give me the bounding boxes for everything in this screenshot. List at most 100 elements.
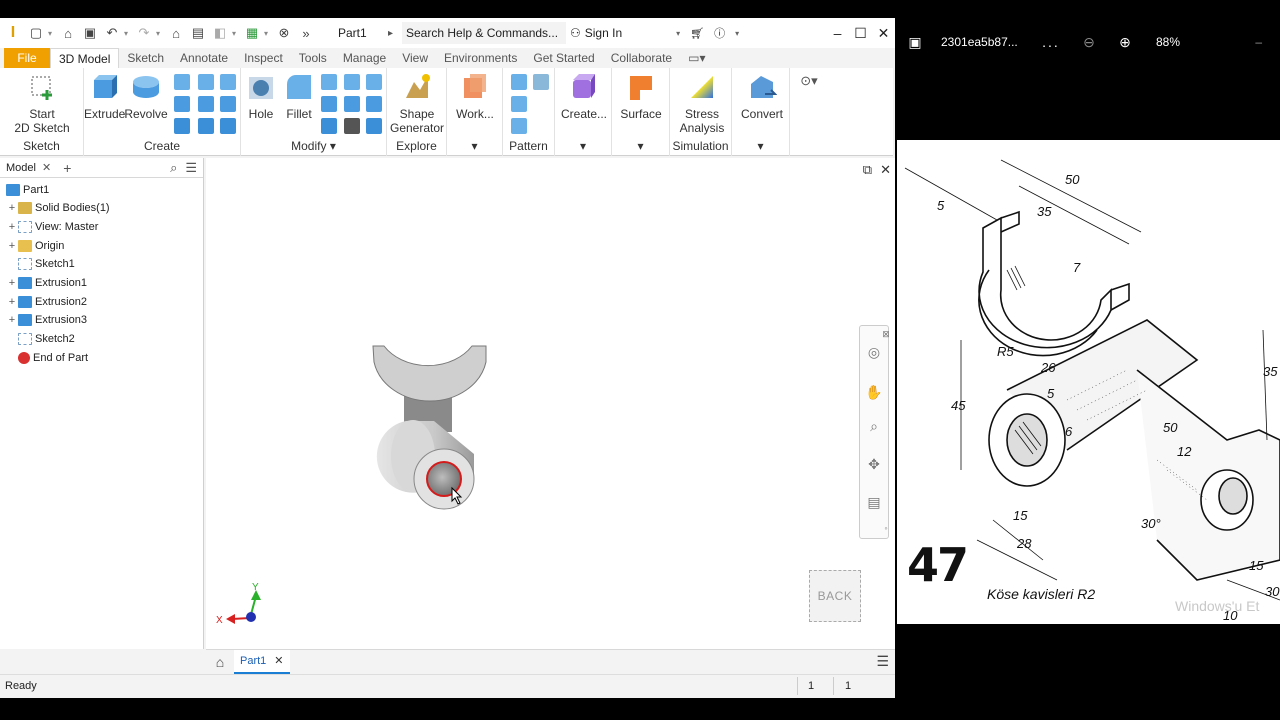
help-icon[interactable]: ⓘ (714, 25, 725, 41)
combine-icon[interactable] (366, 96, 382, 112)
sweep-icon[interactable] (198, 74, 214, 90)
browser-menu-icon[interactable]: ☰ (185, 160, 197, 176)
derive-icon[interactable] (220, 96, 236, 112)
close-tab-icon[interactable]: ✕ (274, 649, 283, 673)
draft-icon[interactable] (366, 74, 382, 90)
tree-expander[interactable]: + (6, 314, 18, 326)
help-dropdown-icon[interactable]: ▾ (735, 29, 739, 38)
import-icon[interactable] (220, 118, 236, 134)
tab-sketch[interactable]: Sketch (119, 48, 172, 68)
tabs-menu-icon[interactable]: ☰ (876, 653, 889, 670)
shell-icon[interactable] (344, 74, 360, 90)
undo-dropdown-icon[interactable]: ▾ (124, 29, 132, 38)
tab-annotate[interactable]: Annotate (172, 48, 236, 68)
graphics-viewport[interactable]: ⧉ ✕ Y X ⊠ ◎ ✋ ⌕ ✥ ▤ ◦ BACK (206, 158, 895, 649)
shape-generator-button[interactable]: Shape Generator (387, 72, 447, 135)
tab-inspect[interactable]: Inspect (236, 48, 291, 68)
viewcube[interactable]: BACK (809, 570, 861, 622)
coil-icon[interactable] (174, 96, 190, 112)
orbit-icon[interactable]: ✥ (864, 454, 884, 474)
tree-item-end-of-part[interactable]: End of Part (6, 349, 88, 367)
steering-wheel-icon[interactable]: ◎ (864, 342, 884, 362)
save-icon[interactable]: ▣ (80, 23, 100, 43)
convert-dropdown-icon[interactable]: ▾ (732, 139, 789, 153)
stress-analysis-button[interactable]: Stress Analysis (674, 72, 730, 135)
new-file-icon[interactable]: ▢ (26, 23, 46, 43)
zoom-icon[interactable]: ⌕ (864, 416, 884, 436)
home-icon[interactable]: ⌂ (166, 23, 186, 43)
add-browser-icon[interactable]: + (63, 160, 71, 176)
tree-expander[interactable]: + (6, 296, 18, 308)
circular-pattern-icon[interactable] (511, 96, 527, 112)
document-tab-part1[interactable]: Part1 ✕ (234, 649, 290, 674)
tree-item-extrusion3[interactable]: + Extrusion3 (6, 311, 87, 329)
convert-button[interactable]: Convert (736, 72, 788, 121)
pan-icon[interactable]: ✋ (864, 382, 884, 402)
sign-in-dropdown-icon[interactable]: ▾ (676, 29, 680, 38)
look-at-icon[interactable]: ▤ (864, 492, 884, 512)
tree-expander[interactable]: + (6, 202, 18, 214)
minimize-icon[interactable]: – (826, 18, 849, 48)
tab-collaborate[interactable]: Collaborate (603, 48, 680, 68)
material-dropdown-icon[interactable]: ▾ (264, 29, 272, 38)
create-freeform-button[interactable]: Create... (557, 72, 611, 121)
appearance-icon[interactable]: ◧ (210, 23, 230, 43)
group-label-modify[interactable]: Modify ▾ (241, 139, 386, 153)
emboss-icon[interactable] (198, 96, 214, 112)
work-dropdown-icon[interactable]: ▾ (447, 139, 502, 153)
rib-icon[interactable] (220, 74, 236, 90)
redo-icon[interactable]: ↷ (134, 23, 154, 43)
close-icon[interactable]: ✕ (872, 18, 895, 48)
open-folder-icon[interactable]: ⌂ (58, 23, 78, 43)
tree-expander[interactable]: + (6, 240, 18, 252)
zoom-out-icon[interactable]: ⊖ (1071, 34, 1107, 51)
rectangular-pattern-icon[interactable] (511, 74, 527, 90)
delete-face-icon[interactable] (344, 118, 360, 134)
surface-button[interactable]: Surface (616, 72, 666, 121)
model-hole-highlight[interactable] (426, 461, 462, 497)
properties-icon[interactable]: ▤ (188, 23, 208, 43)
tab-tools[interactable]: Tools (291, 48, 335, 68)
search-help-input[interactable]: Search Help & Commands... (402, 22, 566, 44)
loft-icon[interactable] (174, 74, 190, 90)
fillet-button[interactable]: Fillet (281, 72, 317, 121)
tab-get-started[interactable]: Get Started (525, 48, 602, 68)
extrude-button[interactable]: Extrude (84, 72, 125, 121)
start-2d-sketch-button[interactable]: Start 2D Sketch (14, 72, 70, 135)
sketch-pattern-icon[interactable] (511, 118, 527, 134)
thicken-icon[interactable] (366, 118, 382, 134)
tree-item-sketch2[interactable]: Sketch2 (6, 330, 75, 348)
thread-icon[interactable] (321, 96, 337, 112)
tree-item-extrusion2[interactable]: + Extrusion2 (6, 293, 87, 311)
3d-part-model[interactable] (372, 345, 487, 510)
browser-search-icon[interactable]: ⌕ (170, 160, 177, 176)
tree-item-view-master[interactable]: + View: Master (6, 218, 98, 236)
tab-view[interactable]: View (394, 48, 436, 68)
more-tools-icon[interactable]: » (296, 23, 316, 43)
hole-button[interactable]: Hole (243, 72, 279, 121)
new-dropdown-icon[interactable]: ▾ (48, 29, 56, 38)
ribbon-options-icon[interactable]: ▭▾ (680, 48, 713, 68)
direct-icon[interactable] (321, 118, 337, 134)
tab-file[interactable]: File (4, 48, 50, 68)
mirror-icon[interactable] (533, 74, 549, 90)
decal-icon[interactable] (198, 118, 214, 134)
work-features-button[interactable]: Work... (451, 72, 499, 121)
tree-item-part1[interactable]: Part1 (0, 181, 49, 199)
clear-override-icon[interactable]: ⊗ (274, 23, 294, 43)
cart-icon[interactable]: 🛒︎ (690, 27, 704, 40)
redo-dropdown-icon[interactable]: ▾ (156, 29, 164, 38)
appearance-dropdown-icon[interactable]: ▾ (232, 29, 240, 38)
zoom-in-icon[interactable]: ⊕ (1107, 34, 1143, 51)
tree-item-origin[interactable]: + Origin (6, 237, 64, 255)
tab-manage[interactable]: Manage (335, 48, 394, 68)
viewer-minimize-icon[interactable]: – (1255, 35, 1262, 49)
chamfer-icon[interactable] (321, 74, 337, 90)
tree-item-sketch1[interactable]: Sketch1 (6, 255, 75, 273)
navbar-close-icon[interactable]: ⊠ (876, 324, 896, 344)
split-icon[interactable] (344, 96, 360, 112)
navbar-options-icon[interactable]: ◦ (876, 518, 896, 538)
home-tab-icon[interactable]: ⌂ (206, 654, 234, 670)
maximize-icon[interactable]: ☐ (849, 18, 872, 48)
undo-icon[interactable]: ↶ (102, 23, 122, 43)
